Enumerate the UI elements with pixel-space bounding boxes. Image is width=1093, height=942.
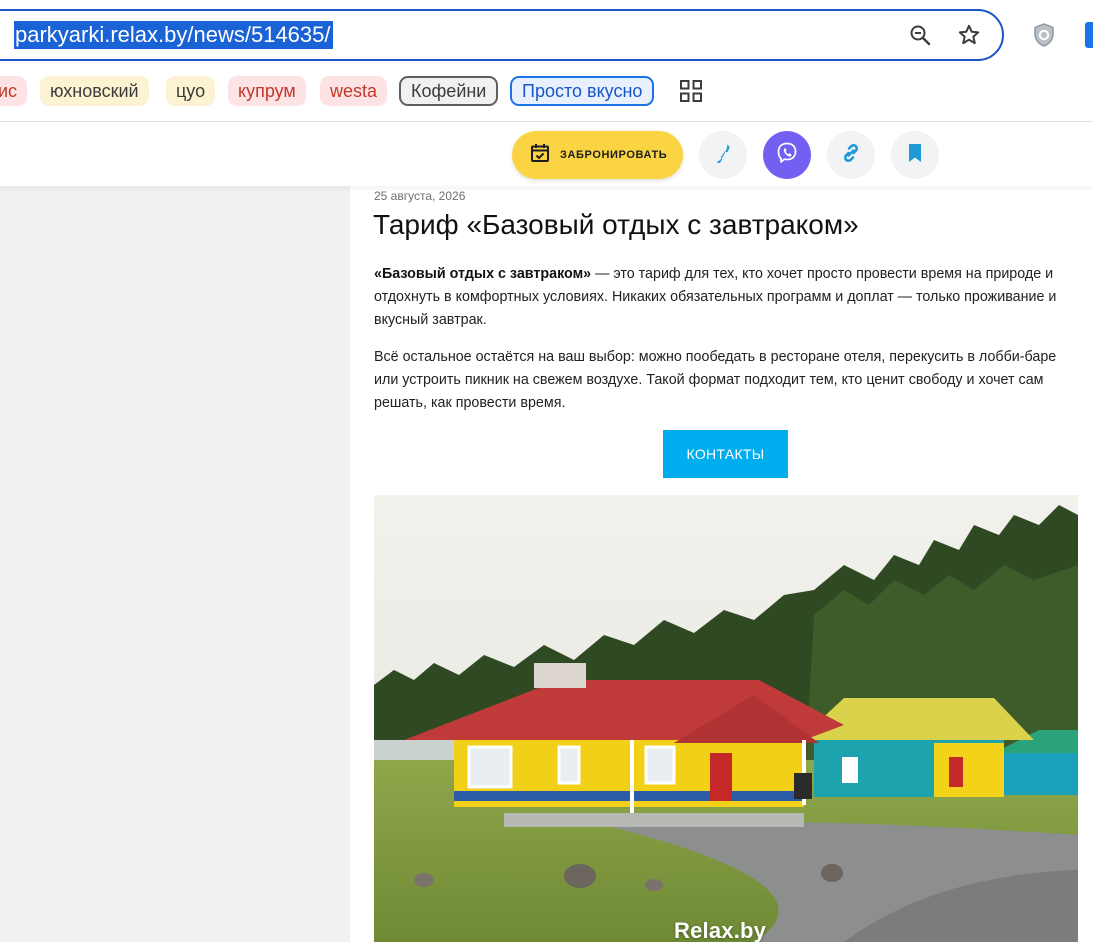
article-paragraph-2: Всё остальное остаётся на ваш выбор: мож… — [374, 349, 1057, 411]
extension-icon[interactable] — [1085, 22, 1093, 48]
calendar-check-icon — [530, 143, 550, 168]
share-link-button[interactable] — [827, 131, 875, 179]
bookmark-icon — [907, 143, 923, 168]
article-photo — [374, 495, 1078, 942]
site-header: ЗАБРОНИРОВАТЬ — [0, 122, 1093, 186]
contacts-button[interactable]: КОНТАКТЫ — [663, 430, 788, 478]
bookmark-tsuo[interactable]: цуо — [166, 76, 216, 106]
bookmark-kofeyni[interactable]: Кофейни — [399, 76, 499, 106]
link-icon — [840, 142, 862, 169]
article-paragraph-1: «Базовый отдых с завтраком» — это тариф … — [374, 263, 1078, 332]
article-paragraph-1-bold: «Базовый отдых с завтраком» — [374, 266, 592, 282]
star-icon[interactable] — [956, 22, 982, 48]
book-button-label: ЗАБРОНИРОВАТЬ — [560, 149, 668, 161]
zoom-out-icon[interactable] — [907, 22, 933, 48]
viber-button[interactable] — [763, 131, 811, 179]
bookmarks-bar: ис юхновский цуо купрум westa Кофейни Пр… — [0, 70, 1093, 122]
left-sidebar — [0, 186, 350, 942]
bookmark-button[interactable] — [891, 131, 939, 179]
apps-grid-icon[interactable] — [680, 80, 702, 102]
bookmark-westa[interactable]: westa — [320, 76, 388, 106]
bookmark-kuprum[interactable]: купрум — [228, 76, 306, 106]
shield-extension-icon[interactable] — [1031, 22, 1057, 48]
article-date: 25 августа, 2026 — [374, 189, 466, 203]
bookmark-is[interactable]: ис — [0, 76, 28, 106]
viber-icon — [775, 141, 799, 170]
phone-icon — [713, 143, 733, 168]
bookmark-prosto-vkusno[interactable]: Просто вкусно — [510, 76, 655, 106]
phone-button[interactable] — [699, 131, 747, 179]
url-text[interactable]: parkyarki.relax.by/news/514635/ — [14, 21, 333, 49]
bookmark-yukhnovsky[interactable]: юхновский — [40, 76, 149, 106]
photo-watermark: Relax.by — [674, 918, 767, 942]
browser-toolbar: parkyarki.relax.by/news/514635/ — [0, 0, 1093, 70]
article-title: Тариф «Базовый отдых с завтраком» — [373, 209, 859, 240]
book-button[interactable]: ЗАБРОНИРОВАТЬ — [512, 131, 683, 179]
